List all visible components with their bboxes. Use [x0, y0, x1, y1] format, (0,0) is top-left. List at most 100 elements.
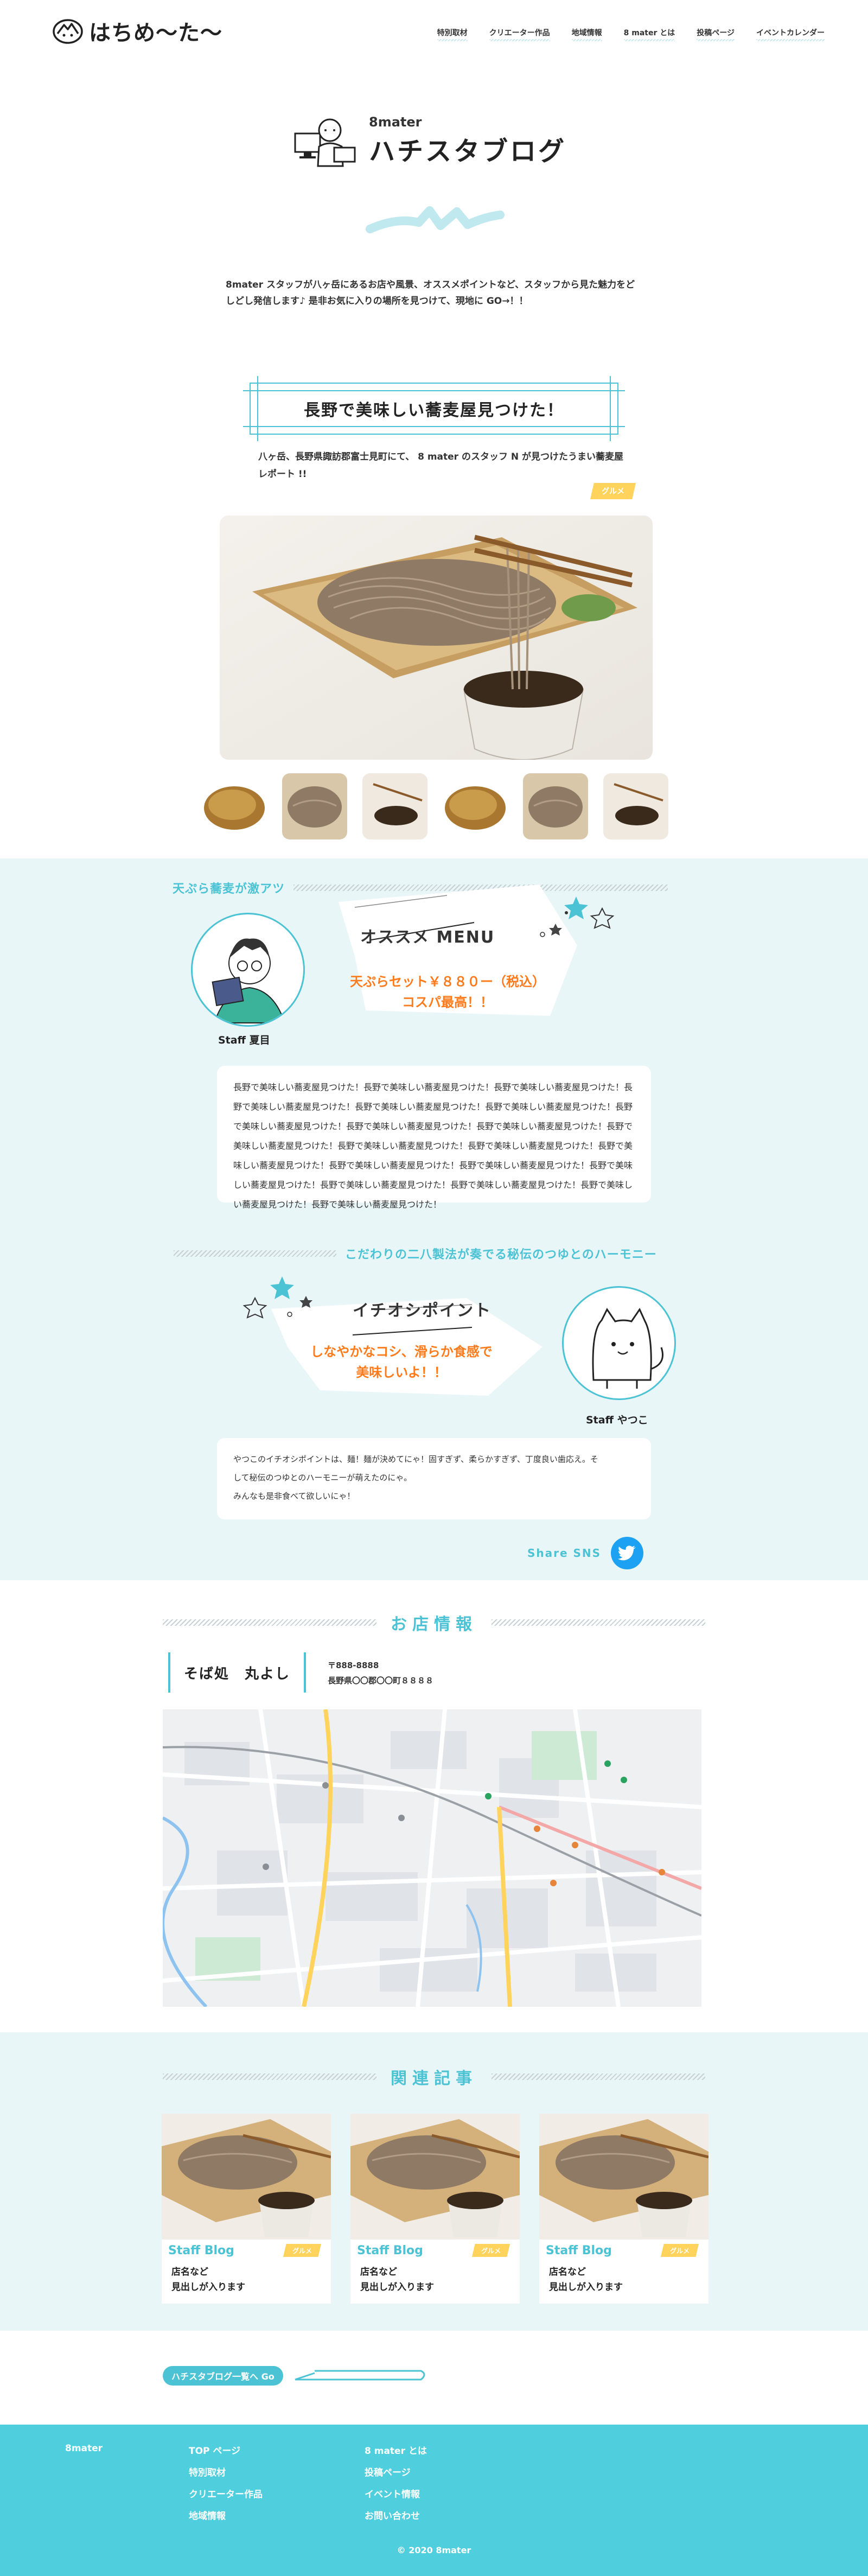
thumbnail[interactable] [362, 773, 427, 839]
related-card[interactable]: Staff Blog グルメ 店名など 見出しが入ります [539, 2114, 709, 2304]
brush-decoration [366, 206, 505, 233]
staff-comments-section: 天ぷら蕎麦が激アツ Staff 夏目 オススメ MENU 天ぷらセット￥８８０ー… [0, 858, 868, 1580]
bubble-text: しなやかなコシ、滑らか食感で 美味しいよ！！ [309, 1341, 494, 1383]
card-tag: グルメ [283, 2244, 321, 2257]
staff-natsume-illustration [212, 938, 286, 1023]
staff-avatar [562, 1286, 676, 1400]
nav-creator[interactable]: クリエーター作品 [489, 27, 550, 41]
shop-info-heading: お店情報 [163, 1611, 705, 1634]
frame-line [243, 390, 625, 391]
site-logo[interactable]: はちめ〜た〜 [52, 15, 222, 47]
blog-title: ハチスタブログ [369, 136, 567, 167]
stripe-decoration [163, 1619, 376, 1626]
blog-heading: 8mater ハチスタブログ [293, 114, 566, 168]
staff-yatsuko-illustration [592, 1307, 663, 1389]
mountain-face-icon [53, 19, 83, 44]
related-heading: 関連記事 [163, 2065, 705, 2089]
soba-cup-photo [362, 773, 427, 839]
twitter-share-button[interactable] [611, 1537, 644, 1569]
shop-name: そば処 丸よし [168, 1652, 306, 1693]
arrow-right-icon [295, 2370, 425, 2381]
footer-col-2: 8 mater とは 投稿ページ イベント情報 お問い合わせ [365, 2443, 427, 2522]
staff-name: Staff やつこ [586, 1414, 648, 1426]
share-label: Share SNS [527, 1547, 602, 1560]
blog-illustration-icon [294, 118, 356, 167]
nav-about[interactable]: 8 mater とは [623, 27, 675, 41]
soba-cup-photo [603, 773, 668, 839]
shop-map[interactable] [163, 1709, 701, 2007]
main-photo [220, 516, 653, 760]
related-articles: 関連記事 Staff Blog グルメ 店名など 見出しが入ります Staff B… [0, 2032, 868, 2331]
thumbnail[interactable] [202, 773, 267, 839]
thumbnail[interactable] [523, 773, 588, 839]
article-title-frame: 長野で美味しい蕎麦屋見つけた！ [243, 376, 625, 441]
staff-name: Staff 夏目 [218, 1034, 270, 1046]
nav-area[interactable]: 地域情報 [571, 27, 602, 41]
footer-link-area[interactable]: 地域情報 [189, 2508, 263, 2522]
comment-line: みんなも是非食べて欲しいにゃ！ [233, 1491, 355, 1501]
card-line: 見出しが入ります [549, 2282, 623, 2293]
soba-photo [220, 516, 653, 760]
section-heading-text: 天ぷら蕎麦が激アツ [173, 882, 285, 896]
soba-plate-photo [523, 773, 588, 839]
related-cards: Staff Blog グルメ 店名など 見出しが入ります Staff Blog グ… [162, 2114, 709, 2304]
section-heading-text: こだわりの二八製法が奏でる秘伝のつゆとのハーモニー [345, 1248, 657, 1262]
card-title: 店名など 見出しが入ります [360, 2265, 434, 2295]
footer-link-about[interactable]: 8 mater とは [365, 2443, 427, 2457]
footer-link-special[interactable]: 特別取材 [189, 2465, 263, 2478]
postal-code: 〒888-8888 [328, 1661, 379, 1670]
card-image [350, 2114, 520, 2240]
address-line: 長野県〇〇郡〇〇町８８８８ [328, 1676, 434, 1685]
card-line: 店名など [360, 2267, 397, 2278]
card-image [539, 2114, 709, 2240]
comment-body: やつこのイチオシポイントは、麺！麺が決めてにゃ！固すぎず、柔らかすぎず、丁度良い… [217, 1438, 651, 1519]
card-tag: グルメ [661, 2244, 699, 2257]
footer-brand[interactable]: 8mater [65, 2443, 103, 2454]
category-tag[interactable]: グルメ [590, 483, 636, 499]
footer-link-post[interactable]: 投稿ページ [365, 2465, 427, 2478]
page: はちめ〜た〜 特別取材 クリエーター作品 地域情報 8 mater とは 投稿ペ… [0, 0, 868, 2576]
staff-avatar [191, 913, 305, 1027]
header: はちめ〜た〜 特別取材 クリエーター作品 地域情報 8 mater とは 投稿ペ… [0, 0, 868, 60]
stripe-decoration [492, 1619, 705, 1626]
thumbnail[interactable] [603, 773, 668, 839]
related-card[interactable]: Staff Blog グルメ 店名など 見出しが入ります [350, 2114, 520, 2304]
frame-line [243, 426, 625, 427]
thumbnail[interactable] [443, 773, 508, 839]
stripe-decoration [174, 1250, 336, 1257]
related-card[interactable]: Staff Blog グルメ 店名など 見出しが入ります [162, 2114, 331, 2304]
bubble-line: コスパ最高！！ [402, 995, 493, 1010]
comment-line: やつこのイチオシポイントは、麺！麺が決めてにゃ！固すぎず、柔らかすぎず、丁度良い… [233, 1454, 598, 1464]
tempura-photo [443, 773, 508, 839]
bubble-title: イチオシポイント [353, 1301, 492, 1320]
blog-list-link[interactable]: ハチスタブログ一覧へ Go [163, 2366, 429, 2386]
card-line: 見出しが入ります [171, 2282, 245, 2293]
footer-link-top[interactable]: TOP ページ [189, 2443, 263, 2457]
thumbnail[interactable] [282, 773, 347, 839]
card-title: 店名など 見出しが入ります [171, 2265, 245, 2295]
footer-link-contact[interactable]: お問い合わせ [365, 2508, 427, 2522]
article-title: 長野で美味しい蕎麦屋見つけた！ [304, 401, 564, 420]
blog-subtitle: 8mater [369, 115, 422, 130]
card-category: Staff Blog [357, 2244, 423, 2257]
blog-intro: 8mater スタッフが八ヶ岳にあるお店や風景、オススメポイントなど、スタッフか… [226, 279, 635, 307]
nav-post[interactable]: 投稿ページ [697, 27, 735, 41]
footer-link-creator[interactable]: クリエーター作品 [189, 2486, 263, 2500]
blog-title-group: 8mater ハチスタブログ [369, 115, 566, 168]
soba-photo [539, 2114, 709, 2240]
card-category: Staff Blog [168, 2244, 234, 2257]
comment-line: して秘伝のつゆとのハーモニーが萌えたのにゃ。 [233, 1473, 412, 1483]
thumbnail-strip [202, 773, 668, 839]
stripe-decoration [163, 2073, 376, 2080]
nav-events[interactable]: イベントカレンダー [756, 27, 825, 41]
bubble-line: 美味しいよ！！ [356, 1365, 447, 1380]
footer: 8mater TOP ページ 特別取材 クリエーター作品 地域情報 8 mate… [0, 2425, 868, 2576]
card-title: 店名など 見出しが入ります [549, 2265, 623, 2295]
soba-photo [162, 2114, 331, 2240]
nav-special[interactable]: 特別取材 [437, 27, 468, 41]
shop-info-title: お店情報 [391, 1615, 477, 1634]
copyright: © 2020 8mater [397, 2545, 471, 2555]
footer-link-events[interactable]: イベント情報 [365, 2486, 427, 2500]
soba-plate-photo [282, 773, 347, 839]
bubble-line: 天ぷらセット￥８８０ー（税込） [350, 974, 545, 989]
